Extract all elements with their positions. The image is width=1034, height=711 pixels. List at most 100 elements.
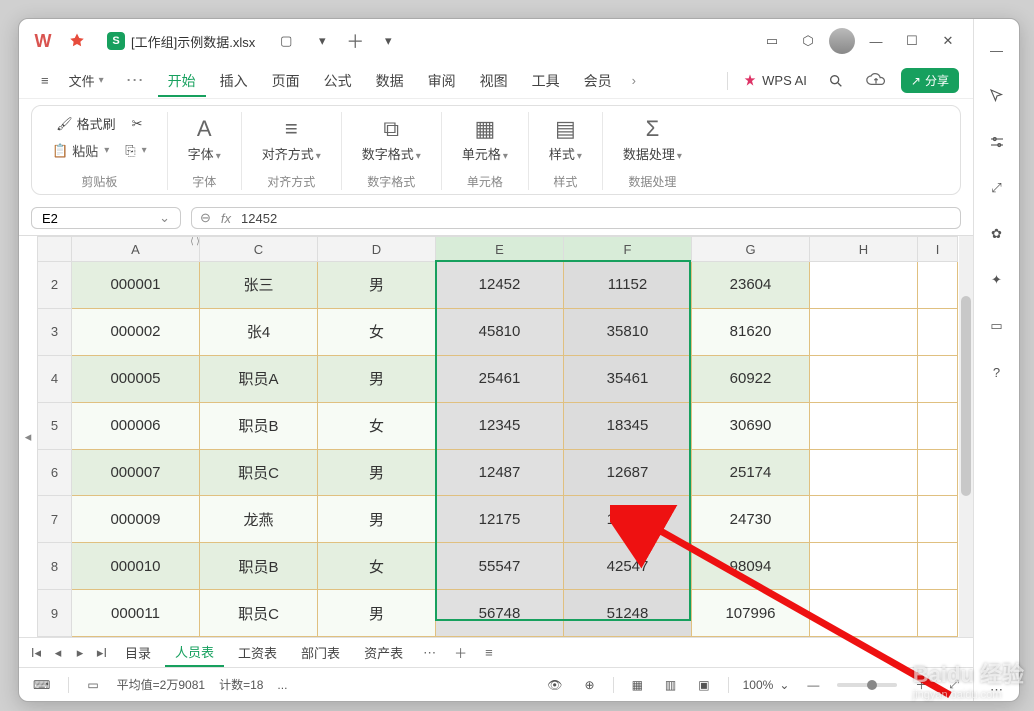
cell-button[interactable]: ▦单元格 (458, 112, 512, 167)
menu-data[interactable]: 数据 (366, 65, 414, 97)
cell[interactable]: 女 (318, 402, 436, 449)
data-processing-button[interactable]: Σ数据处理 (619, 112, 686, 167)
cell[interactable]: 60922 (692, 355, 810, 402)
minimize-button[interactable]: — (861, 26, 891, 56)
cell[interactable]: 12555 (564, 496, 692, 543)
format-painter-button[interactable]: 🖌 格式刷 (52, 112, 120, 135)
cell[interactable] (918, 355, 958, 402)
search-icon[interactable] (821, 66, 851, 96)
zoom-out-button[interactable]: — (803, 676, 823, 694)
cell[interactable]: 职员C (200, 449, 318, 496)
tabs-dropdown-icon[interactable]: ▾ (373, 26, 403, 56)
cloud-upload-icon[interactable] (865, 70, 887, 92)
cell[interactable]: 男 (318, 262, 436, 309)
sheet-tab-0[interactable]: 目录 (115, 639, 161, 666)
user-avatar[interactable] (829, 28, 855, 54)
add-sheet-button[interactable]: ＋ (446, 643, 475, 662)
cell[interactable]: 12487 (436, 449, 564, 496)
sheet-next-icon[interactable]: ▸ (71, 645, 89, 661)
col-header-A[interactable]: A (72, 237, 200, 262)
sheet-overflow-icon[interactable]: ⋯ (417, 645, 442, 661)
cell[interactable] (810, 402, 918, 449)
row-header[interactable]: 6 (38, 449, 72, 496)
book-icon[interactable]: ▭ (83, 676, 102, 694)
cell[interactable]: 龙燕 (200, 496, 318, 543)
col-header-C[interactable]: C (200, 237, 318, 262)
cell[interactable]: 107996 (692, 590, 810, 637)
zoom-slider[interactable] (837, 683, 897, 687)
cell[interactable]: 45810 (436, 308, 564, 355)
cell[interactable]: 11152 (564, 262, 692, 309)
eye-icon[interactable]: 👁 (543, 676, 566, 694)
row-header[interactable]: 4 (38, 355, 72, 402)
cell[interactable] (810, 590, 918, 637)
cell[interactable] (918, 308, 958, 355)
cell[interactable] (918, 402, 958, 449)
cell[interactable]: 12345 (436, 402, 564, 449)
cell[interactable] (918, 496, 958, 543)
cell[interactable] (810, 543, 918, 590)
cell[interactable]: 000011 (72, 590, 200, 637)
cell[interactable] (810, 449, 918, 496)
cell[interactable]: 000005 (72, 355, 200, 402)
row-header[interactable]: 3 (38, 308, 72, 355)
target-icon[interactable]: ⊕ (581, 676, 599, 694)
row-header[interactable]: 2 (38, 262, 72, 309)
status-ellipsis[interactable]: ... (277, 678, 287, 692)
table-row[interactable]: 7000009龙燕男121751255524730 (38, 496, 958, 543)
file-menu[interactable]: 文件 (61, 67, 112, 94)
cell[interactable]: 女 (318, 308, 436, 355)
document-tab[interactable]: S [工作组]示例数据.xlsx (97, 28, 265, 55)
menu-formula[interactable]: 公式 (314, 65, 362, 97)
sheet-tab-1[interactable]: 人员表 (165, 638, 224, 667)
keyboard-icon[interactable]: ⌨ (29, 676, 54, 694)
app-logo-icon[interactable]: W (29, 27, 57, 55)
help-icon[interactable]: ? (986, 361, 1008, 383)
cell[interactable]: 56748 (436, 590, 564, 637)
cell[interactable]: 职员B (200, 402, 318, 449)
style-button[interactable]: ▤样式 (545, 112, 586, 167)
cell[interactable]: 12175 (436, 496, 564, 543)
zoom-dropdown-icon[interactable]: ⌄ (779, 678, 789, 692)
row-header[interactable]: 9 (38, 590, 72, 637)
cell[interactable]: 000006 (72, 402, 200, 449)
select-all-cell[interactable] (38, 237, 72, 262)
cell[interactable]: 25174 (692, 449, 810, 496)
expand-icon[interactable]: ⤢ (986, 177, 1008, 199)
menu-member[interactable]: 会员 (574, 65, 622, 97)
settings-slider-icon[interactable] (986, 131, 1008, 153)
cell[interactable]: 000010 (72, 543, 200, 590)
column-split-handle[interactable]: ⟨ ⟩ (190, 236, 200, 247)
sheet-tab-3[interactable]: 部门表 (291, 639, 350, 666)
cell[interactable] (918, 262, 958, 309)
col-header-G[interactable]: G (692, 237, 810, 262)
menu-review[interactable]: 审阅 (418, 65, 466, 97)
cell[interactable] (810, 262, 918, 309)
cell[interactable]: 81620 (692, 308, 810, 355)
copy-button[interactable]: ⎘ (121, 141, 150, 161)
cell[interactable] (918, 543, 958, 590)
sparkle-icon[interactable]: ✦ (986, 269, 1008, 291)
cell[interactable]: 女 (318, 543, 436, 590)
view-break-icon[interactable]: ▣ (694, 676, 713, 694)
row-header[interactable]: 5 (38, 402, 72, 449)
cell[interactable]: 12452 (436, 262, 564, 309)
hamburger-menu[interactable]: ≡ (33, 69, 57, 92)
cell[interactable]: 000009 (72, 496, 200, 543)
row-header[interactable]: 8 (38, 543, 72, 590)
cut-button[interactable]: ✂ (128, 114, 147, 134)
align-button[interactable]: ≡对齐方式 (258, 112, 325, 167)
cell[interactable]: 男 (318, 496, 436, 543)
leaf-icon[interactable]: ✿ (986, 223, 1008, 245)
table-row[interactable]: 6000007职员C男124871268725174 (38, 449, 958, 496)
fullscreen-icon[interactable]: ⤢ (945, 675, 963, 694)
cell[interactable]: 55547 (436, 543, 564, 590)
menu-home[interactable]: 开始 (158, 65, 206, 97)
col-header-F[interactable]: F (564, 237, 692, 262)
toolbox-icon[interactable]: ▭ (986, 315, 1008, 337)
sheet-tab-2[interactable]: 工资表 (228, 639, 287, 666)
sheet-list-icon[interactable]: ≡ (479, 645, 499, 660)
cell[interactable]: 51248 (564, 590, 692, 637)
cell[interactable]: 男 (318, 590, 436, 637)
cube-icon[interactable]: ⬡ (793, 26, 823, 56)
